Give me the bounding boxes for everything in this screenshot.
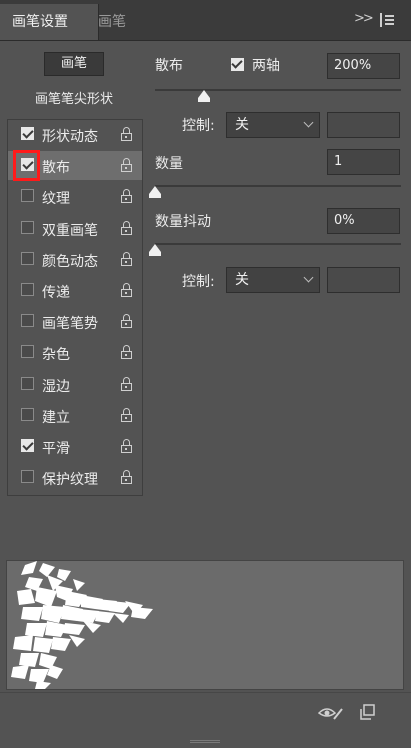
option-checkbox[interactable] xyxy=(21,345,34,359)
brush-option-row[interactable]: 建立 xyxy=(8,401,142,430)
count-value-field[interactable]: 1 xyxy=(327,149,400,175)
lock-icon[interactable] xyxy=(120,345,133,360)
option-label: 建立 xyxy=(42,409,70,426)
scatter-stroke-preview-image xyxy=(11,561,153,689)
option-checkbox[interactable] xyxy=(21,470,34,484)
option-label: 湿边 xyxy=(42,378,70,395)
option-checkbox[interactable] xyxy=(21,251,34,265)
brush-option-row[interactable]: 杂色 xyxy=(8,338,142,367)
brush-option-row[interactable]: 画笔笔势 xyxy=(8,307,142,336)
option-label: 杂色 xyxy=(42,347,70,364)
lock-icon[interactable] xyxy=(120,283,133,298)
brush-option-row[interactable]: 双重画笔 xyxy=(8,214,142,243)
lock-icon[interactable] xyxy=(120,470,133,485)
scatter-label: 散布 xyxy=(155,58,183,74)
option-checkbox[interactable] xyxy=(21,314,34,328)
lock-icon[interactable] xyxy=(120,220,133,236)
option-checkbox[interactable] xyxy=(21,439,34,452)
red-highlight-box xyxy=(13,150,40,181)
eye-brush-icon[interactable] xyxy=(317,704,344,722)
brush-tip-shape-item[interactable]: 画笔笔尖形状 xyxy=(8,88,140,107)
option-label: 传递 xyxy=(42,285,70,301)
lock-icon[interactable] xyxy=(120,439,133,454)
chevron-down-icon xyxy=(303,117,314,128)
option-label: 散布 xyxy=(42,160,70,177)
new-preset-icon[interactable] xyxy=(360,704,376,720)
option-checkbox[interactable] xyxy=(21,220,34,234)
brush-option-row[interactable]: 纹理 xyxy=(8,182,142,211)
both-axes-label: 两轴 xyxy=(252,58,280,74)
both-axes-checkbox[interactable] xyxy=(231,58,244,71)
count-label: 数量 xyxy=(155,156,183,172)
brush-option-row[interactable]: 形状动态 xyxy=(8,120,142,149)
jitter-control-value: 关 xyxy=(235,272,249,288)
lock-icon[interactable] xyxy=(120,407,133,423)
brushes-button[interactable]: 画笔 xyxy=(44,52,104,76)
option-label: 画笔笔势 xyxy=(42,316,98,333)
option-checkbox[interactable] xyxy=(21,407,34,421)
count-jitter-label: 数量抖动 xyxy=(155,214,211,230)
brush-option-row[interactable]: 颜色动态 xyxy=(8,245,142,274)
brush-option-row[interactable]: 湿边 xyxy=(8,370,142,399)
option-label: 颜色动态 xyxy=(42,253,98,270)
lock-icon[interactable] xyxy=(120,189,133,204)
option-label: 平滑 xyxy=(42,441,70,457)
scatter-control-field xyxy=(327,112,400,138)
lock-icon[interactable] xyxy=(120,127,133,142)
brush-option-row[interactable]: 平滑 xyxy=(8,432,142,461)
option-checkbox[interactable] xyxy=(21,283,34,296)
brush-option-row[interactable]: 传递 xyxy=(8,276,142,305)
tab-brush-settings[interactable]: 画笔设置 xyxy=(0,4,99,40)
lock-icon[interactable] xyxy=(120,376,133,392)
option-label: 双重画笔 xyxy=(42,222,98,239)
jitter-control-dropdown[interactable]: 关 xyxy=(226,267,320,293)
jitter-control-field xyxy=(327,267,400,293)
lock-icon[interactable] xyxy=(120,251,133,267)
resize-grip[interactable] xyxy=(190,729,220,743)
scatter-slider-track[interactable] xyxy=(155,89,401,91)
tab-brushes[interactable]: 画笔 xyxy=(86,4,138,40)
lock-icon[interactable] xyxy=(120,314,133,329)
scatter-value-field[interactable]: 200% xyxy=(327,53,400,79)
option-label: 保护纹理 xyxy=(42,472,98,489)
option-checkbox[interactable] xyxy=(21,189,34,203)
brush-stroke-preview xyxy=(6,560,404,690)
brush-option-row[interactable]: 保护纹理 xyxy=(8,463,142,492)
scatter-control-label: 控制: xyxy=(182,118,215,134)
option-checkbox[interactable] xyxy=(21,376,34,390)
option-label: 纹理 xyxy=(42,191,70,208)
lock-icon[interactable] xyxy=(120,158,133,173)
option-label: 形状动态 xyxy=(42,129,98,145)
count-jitter-slider-track[interactable] xyxy=(155,243,401,245)
jitter-control-label: 控制: xyxy=(182,274,215,290)
option-checkbox[interactable] xyxy=(21,127,34,140)
panel-menu-icon[interactable] xyxy=(380,13,394,27)
collapse-panel-icon[interactable]: >> xyxy=(354,11,374,26)
chevron-down-icon xyxy=(303,272,314,283)
scatter-control-dropdown[interactable]: 关 xyxy=(226,112,320,138)
count-slider-track[interactable] xyxy=(155,185,401,187)
count-jitter-value-field[interactable]: 0% xyxy=(327,208,400,234)
scatter-control-value: 关 xyxy=(235,117,249,133)
